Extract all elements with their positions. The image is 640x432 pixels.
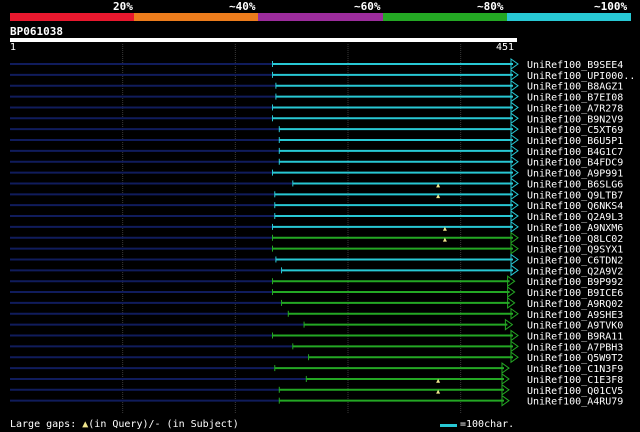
hit-name-label: UniRef100_B6U5P1	[527, 136, 623, 147]
hit-name-label: UniRef100_C6TDN2	[527, 255, 623, 266]
hit-name-label: UniRef100_C1E3F8	[527, 375, 623, 386]
large-gaps-prefix: Large gaps:	[10, 419, 83, 430]
hit-name-label: UniRef100_B9RA11	[527, 332, 623, 343]
hit-name-label: UniRef100_Q5W9T2	[527, 353, 623, 364]
hit-name-label: UniRef100_A9SHE3	[527, 310, 623, 321]
hit-name-label: UniRef100_A9NXM6	[527, 223, 623, 234]
hit-name-label: UniRef100_Q6NKS4	[527, 201, 623, 212]
hit-name-label: UniRef100_Q2A9V2	[527, 266, 623, 277]
scale-legend: =100char.	[440, 419, 514, 431]
hit-name-label: UniRef100_C5XT69	[527, 125, 623, 136]
hit-name-label: UniRef100_A9P991	[527, 169, 623, 180]
hit-name-label: UniRef100_Q9LTB7	[527, 190, 623, 201]
hit-name-label: UniRef100_C1N3F9	[527, 364, 623, 375]
hit-name-label: UniRef100_B9N2V9	[527, 114, 623, 125]
hit-name-label: UniRef100_B7EI08	[527, 93, 623, 104]
alignment-plot: UniRef100_B9SEE4UniRef100_UPI000..UniRef…	[10, 44, 635, 414]
hit-name-label: UniRef100_Q8LC02	[527, 234, 623, 245]
hit-name-label: UniRef100_A9RQ02	[527, 299, 623, 310]
hit-name-label: UniRef100_B8AGZ1	[527, 82, 623, 93]
hit-name-label: UniRef100_B9ICE6	[527, 288, 623, 299]
hit-name-label: UniRef100_B9SEE4	[527, 60, 623, 71]
hit-name-label: UniRef100_UPI000..	[527, 71, 635, 82]
hit-name-label: UniRef100_Q01CV5	[527, 386, 623, 397]
large-gaps-legend: Large gaps: ▲(in Query)/- (in Subject)	[10, 419, 239, 431]
hit-name-label: UniRef100_B6SLG6	[527, 179, 623, 190]
hit-name-label: UniRef100_Q2A9L3	[527, 212, 623, 223]
hit-name-label: UniRef100_A7PBH3	[527, 342, 623, 353]
hit-name-label: UniRef100_B4FDC9	[527, 158, 623, 169]
large-gaps-subject: - (in Subject)	[154, 419, 239, 430]
hit-name-label: UniRef100_A9TVK0	[527, 321, 623, 332]
scale-swatch	[440, 423, 457, 427]
scale-label: =100char.	[460, 419, 515, 430]
hit-name-label: UniRef100_A4RU79	[527, 397, 623, 408]
large-gaps-query: (in Query)/	[88, 419, 155, 430]
hit-name-label: UniRef100_B4G1C7	[527, 147, 623, 158]
hit-name-label: UniRef100_B9P992	[527, 277, 623, 288]
hit-name-label: UniRef100_A7R278	[527, 103, 623, 114]
hit-name-label: UniRef100_Q9SYX1	[527, 245, 623, 256]
